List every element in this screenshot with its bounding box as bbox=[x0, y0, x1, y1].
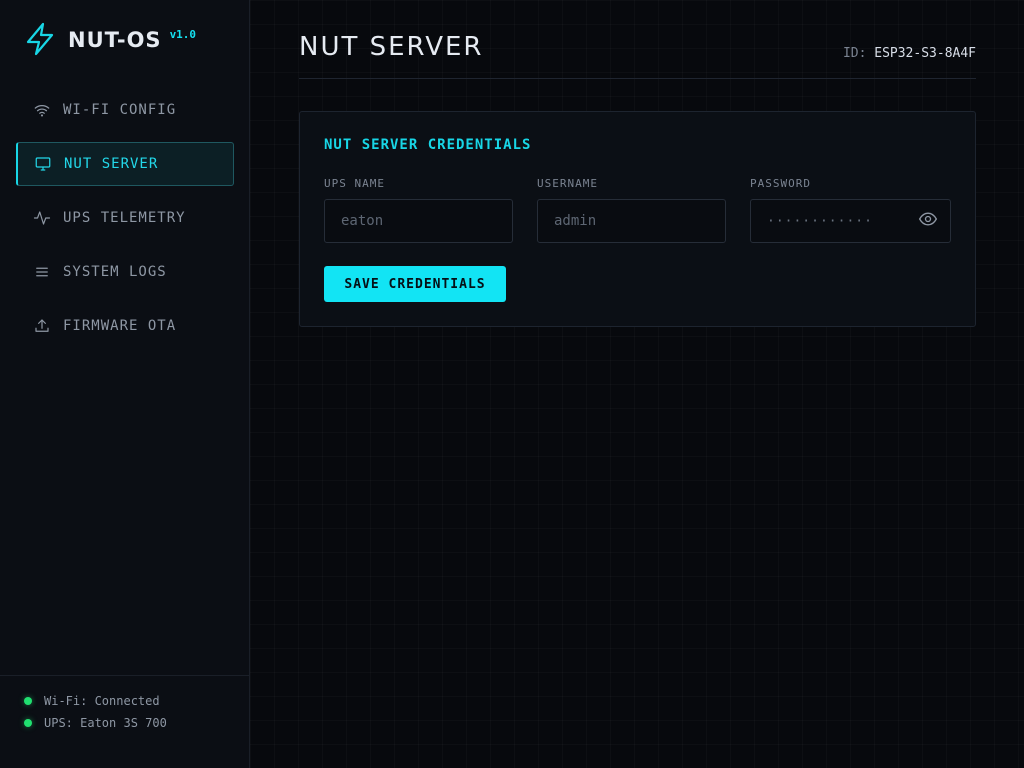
sidebar-nav: WI-FI CONFIG NUT SERVER UPS TELEMETRY SY… bbox=[16, 88, 234, 358]
ups-name-input[interactable]: eaton bbox=[324, 199, 513, 243]
lightning-bolt-icon bbox=[26, 22, 54, 56]
wifi-status-text: Wi-Fi: Connected bbox=[44, 694, 160, 708]
page-title: NUT SERVER bbox=[299, 32, 484, 62]
username-field: USERNAME admin bbox=[537, 177, 726, 243]
connection-status: Wi-Fi: Connected UPS: Eaton 3S 700 bbox=[0, 675, 250, 768]
sidebar-item-label: WI-FI CONFIG bbox=[63, 102, 177, 118]
brand-name: NUT-OS bbox=[68, 28, 162, 52]
ups-name-label: UPS NAME bbox=[324, 177, 385, 190]
monitor-icon bbox=[35, 157, 51, 171]
sidebar-item-firmware-ota[interactable]: FIRMWARE OTA bbox=[16, 304, 234, 348]
activity-icon bbox=[33, 211, 51, 225]
sidebar: NUT-OS v1.0 WI-FI CONFIG NUT SERVER UPS … bbox=[0, 0, 250, 768]
sidebar-item-label: NUT SERVER bbox=[64, 156, 159, 172]
username-label: USERNAME bbox=[537, 177, 598, 190]
device-id-label: ID: bbox=[842, 46, 867, 61]
password-masked-value: ············ bbox=[767, 213, 873, 229]
sidebar-item-label: FIRMWARE OTA bbox=[63, 318, 177, 334]
password-input[interactable]: ············ bbox=[750, 199, 951, 243]
upload-icon bbox=[35, 319, 49, 332]
username-placeholder: admin bbox=[554, 213, 597, 229]
page-header: NUT SERVER ID: ESP32-S3-8A4F bbox=[299, 0, 976, 79]
status-dot-icon bbox=[24, 719, 32, 727]
wifi-icon bbox=[34, 104, 50, 117]
device-id-value: ESP32-S3-8A4F bbox=[874, 46, 976, 61]
ups-name-placeholder: eaton bbox=[341, 213, 384, 229]
brand-version: v1.0 bbox=[169, 28, 197, 41]
status-dot-icon bbox=[24, 697, 32, 705]
sidebar-item-label: SYSTEM LOGS bbox=[63, 264, 167, 280]
eye-icon bbox=[918, 212, 938, 226]
sidebar-item-nut-server[interactable]: NUT SERVER bbox=[16, 142, 234, 186]
sidebar-item-system-logs[interactable]: SYSTEM LOGS bbox=[16, 250, 234, 294]
ups-status-text: UPS: Eaton 3S 700 bbox=[44, 716, 167, 730]
sidebar-item-label: UPS TELEMETRY bbox=[63, 210, 186, 226]
save-credentials-button[interactable]: SAVE CREDENTIALS bbox=[324, 266, 506, 302]
sidebar-item-wifi-config[interactable]: WI-FI CONFIG bbox=[16, 88, 234, 132]
wifi-status: Wi-Fi: Connected bbox=[24, 690, 250, 712]
card-title: NUT SERVER CREDENTIALS bbox=[324, 137, 532, 153]
username-input[interactable]: admin bbox=[537, 199, 726, 243]
brand: NUT-OS v1.0 bbox=[24, 22, 196, 56]
ups-name-field: UPS NAME eaton bbox=[324, 177, 513, 243]
list-icon bbox=[36, 267, 48, 277]
device-id: ID: ESP32-S3-8A4F bbox=[843, 46, 976, 61]
password-field: PASSWORD ············ bbox=[750, 177, 951, 243]
password-label: PASSWORD bbox=[750, 177, 811, 190]
sidebar-item-ups-telemetry[interactable]: UPS TELEMETRY bbox=[16, 196, 234, 240]
main-content: NUT SERVER ID: ESP32-S3-8A4F NUT SERVER … bbox=[299, 0, 976, 327]
credentials-card: NUT SERVER CREDENTIALS UPS NAME eaton US… bbox=[299, 111, 976, 327]
ups-status: UPS: Eaton 3S 700 bbox=[24, 712, 250, 734]
show-password-toggle[interactable] bbox=[918, 209, 938, 233]
